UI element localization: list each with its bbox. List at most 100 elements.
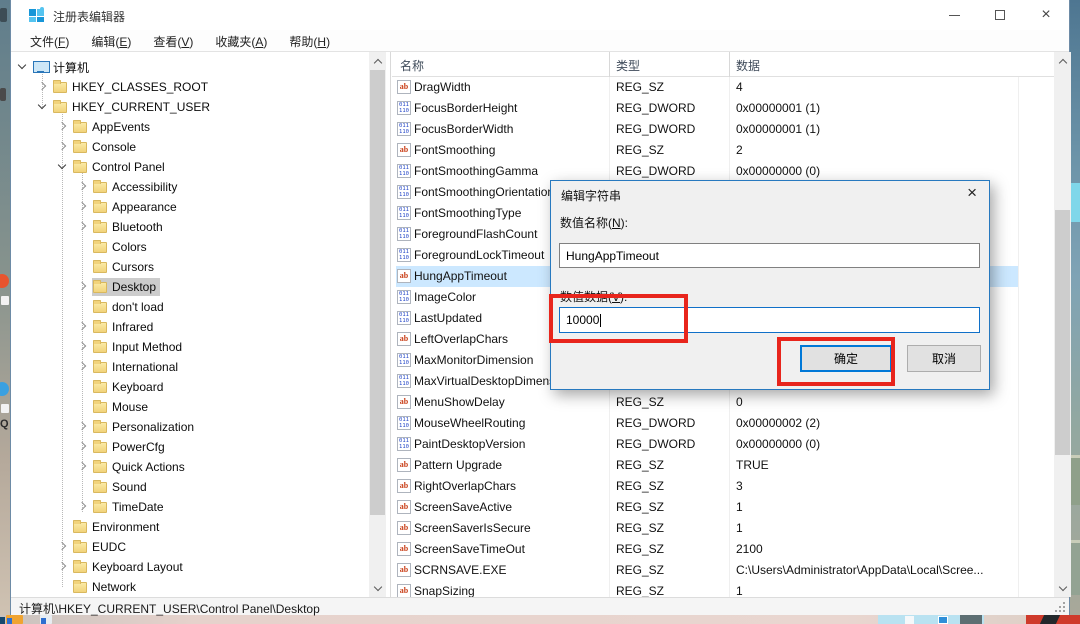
tree-item-desktop[interactable]: Desktop	[11, 277, 367, 297]
tree-item-powercfg[interactable]: PowerCfg	[11, 437, 367, 457]
column-header-type[interactable]: 类型	[616, 57, 640, 74]
menu-item-f[interactable]: 文件(F)	[19, 30, 80, 51]
tree-item-quick-actions[interactable]: Quick Actions	[11, 457, 367, 477]
tree-item-colors[interactable]: Colors	[11, 237, 367, 257]
chevron-collapsed-icon[interactable]	[78, 222, 86, 230]
tree-node-box[interactable]: Infrared	[92, 318, 157, 336]
chevron-collapsed-icon[interactable]	[38, 82, 46, 90]
chevron-expanded-icon[interactable]	[58, 161, 66, 169]
menu-item-e[interactable]: 编辑(E)	[80, 30, 142, 51]
chevron-collapsed-icon[interactable]	[78, 342, 86, 350]
tree-node-box[interactable]: Accessibility	[92, 178, 181, 196]
tree-node-box[interactable]: Appearance	[92, 198, 181, 216]
menu-item-h[interactable]: 帮助(H)	[278, 30, 341, 51]
value-row-menushowdelay[interactable]: abMenuShowDelayREG_SZ0	[396, 392, 1018, 413]
value-row-paintdesktopversion[interactable]: 011110PaintDesktopVersionREG_DWORD0x0000…	[396, 434, 1018, 455]
column-header-data[interactable]: 数据	[736, 57, 760, 74]
tree-item-eudc[interactable]: EUDC	[11, 537, 367, 557]
tree-item-timedate[interactable]: TimeDate	[11, 497, 367, 517]
column-header-name[interactable]: 名称	[400, 57, 424, 74]
tree-node-box[interactable]: Personalization	[92, 418, 198, 436]
tree-item-accessibility[interactable]: Accessibility	[11, 177, 367, 197]
tree-node-box[interactable]: don't load	[92, 298, 168, 316]
chevron-collapsed-icon[interactable]	[78, 182, 86, 190]
tree-item-appearance[interactable]: Appearance	[11, 197, 367, 217]
chevron-collapsed-icon[interactable]	[78, 202, 86, 210]
scroll-up-icon[interactable]	[1054, 52, 1071, 69]
value-name-input[interactable]: HungAppTimeout	[559, 243, 980, 268]
value-row-screensaveactive[interactable]: abScreenSaveActiveREG_SZ1	[396, 497, 1018, 518]
list-scrollbar-thumb[interactable]	[1055, 210, 1070, 455]
chevron-expanded-icon[interactable]	[38, 101, 46, 109]
minimize-button[interactable]	[931, 0, 977, 30]
tree-item-hkey-classes-root[interactable]: HKEY_CLASSES_ROOT	[11, 77, 367, 97]
value-row-fontsmoothing[interactable]: abFontSmoothingREG_SZ2	[396, 140, 1018, 161]
tree-item-appevents[interactable]: AppEvents	[11, 117, 367, 137]
chevron-collapsed-icon[interactable]	[78, 462, 86, 470]
resize-grip[interactable]	[1055, 602, 1065, 612]
tree-item-keyboard-layout[interactable]: Keyboard Layout	[11, 557, 367, 577]
chevron-collapsed-icon[interactable]	[78, 422, 86, 430]
chevron-collapsed-icon[interactable]	[58, 122, 66, 130]
tree-item-input-method[interactable]: Input Method	[11, 337, 367, 357]
tree-item-personalization[interactable]: Personalization	[11, 417, 367, 437]
dialog-close-icon[interactable]: ×	[963, 183, 981, 203]
list-scrollbar[interactable]	[1054, 52, 1071, 597]
tree-node-box[interactable]: International	[92, 358, 182, 376]
tree-node-box[interactable]: Control Panel	[72, 158, 169, 176]
tree-node-box[interactable]: Keyboard	[92, 378, 167, 396]
tree-node-box[interactable]: Quick Actions	[92, 458, 189, 476]
tree-item-keyboard[interactable]: Keyboard	[11, 377, 367, 397]
value-row-dragwidth[interactable]: abDragWidthREG_SZ4	[396, 77, 1018, 98]
tree-node-box[interactable]: Desktop	[92, 278, 160, 296]
value-row-snapsizing[interactable]: abSnapSizingREG_SZ1	[396, 581, 1018, 597]
tree-scrollbar-thumb[interactable]	[370, 70, 385, 515]
value-row-scrnsave-exe[interactable]: abSCRNSAVE.EXEREG_SZC:\Users\Administrat…	[396, 560, 1018, 581]
maximize-button[interactable]	[977, 0, 1023, 30]
tree-node-box[interactable]: Console	[72, 138, 140, 156]
tree-scrollbar[interactable]	[369, 52, 386, 597]
tree-item-bluetooth[interactable]: Bluetooth	[11, 217, 367, 237]
value-row-screensaverissecure[interactable]: abScreenSaverIsSecureREG_SZ1	[396, 518, 1018, 539]
tree-node-box[interactable]: Environment	[72, 518, 163, 536]
tree-item-international[interactable]: International	[11, 357, 367, 377]
chevron-collapsed-icon[interactable]	[78, 322, 86, 330]
chevron-collapsed-icon[interactable]	[58, 542, 66, 550]
scroll-up-icon[interactable]	[369, 52, 386, 69]
chevron-collapsed-icon[interactable]	[78, 282, 86, 290]
tree-node-box[interactable]: HKEY_CURRENT_USER	[52, 98, 214, 116]
value-row-focusborderwidth[interactable]: 011110FocusBorderWidthREG_DWORD0x0000000…	[396, 119, 1018, 140]
tree-node-box[interactable]: TimeDate	[92, 498, 168, 516]
tree-item-environment[interactable]: Environment	[11, 517, 367, 537]
scroll-down-icon[interactable]	[1054, 580, 1071, 597]
tree-node-box[interactable]: EUDC	[72, 538, 130, 556]
value-row-focusborderheight[interactable]: 011110FocusBorderHeightREG_DWORD0x000000…	[396, 98, 1018, 119]
tree-node-box[interactable]: Colors	[92, 238, 151, 256]
tree-node-box[interactable]: Sound	[92, 478, 151, 496]
tree-node-box[interactable]: Cursors	[92, 258, 158, 276]
tree-item-sound[interactable]: Sound	[11, 477, 367, 497]
tree-item-infrared[interactable]: Infrared	[11, 317, 367, 337]
tree-item-control-panel[interactable]: Control Panel	[11, 157, 367, 177]
close-button[interactable]: ×	[1023, 0, 1069, 30]
tree-item-hkey-current-user[interactable]: HKEY_CURRENT_USER	[11, 97, 367, 117]
tree-item-mouse[interactable]: Mouse	[11, 397, 367, 417]
tree-node-box[interactable]: PowerCfg	[92, 438, 169, 456]
tree-item-cursors[interactable]: Cursors	[11, 257, 367, 277]
titlebar[interactable]: 注册表编辑器 ×	[11, 0, 1069, 30]
tree-node-box[interactable]: Keyboard Layout	[72, 558, 187, 576]
tree-item-don-t-load[interactable]: don't load	[11, 297, 367, 317]
tree-item-item[interactable]: 计算机	[11, 57, 367, 77]
menu-item-v[interactable]: 查看(V)	[142, 30, 204, 51]
chevron-expanded-icon[interactable]	[18, 61, 26, 69]
tree-node-box[interactable]: Mouse	[92, 398, 152, 416]
chevron-collapsed-icon[interactable]	[78, 442, 86, 450]
value-row-mousewheelrouting[interactable]: 011110MouseWheelRoutingREG_DWORD0x000000…	[396, 413, 1018, 434]
tree-node-box[interactable]: AppEvents	[72, 118, 154, 136]
cancel-button[interactable]: 取消	[907, 345, 981, 372]
value-row-screensavetimeout[interactable]: abScreenSaveTimeOutREG_SZ2100	[396, 539, 1018, 560]
scroll-down-icon[interactable]	[369, 580, 386, 597]
tree-node-box[interactable]: Network	[72, 578, 140, 596]
tree-node-box[interactable]: Input Method	[92, 338, 186, 356]
value-row-fontsmoothinggamma[interactable]: 011110FontSmoothingGammaREG_DWORD0x00000…	[396, 161, 1018, 182]
